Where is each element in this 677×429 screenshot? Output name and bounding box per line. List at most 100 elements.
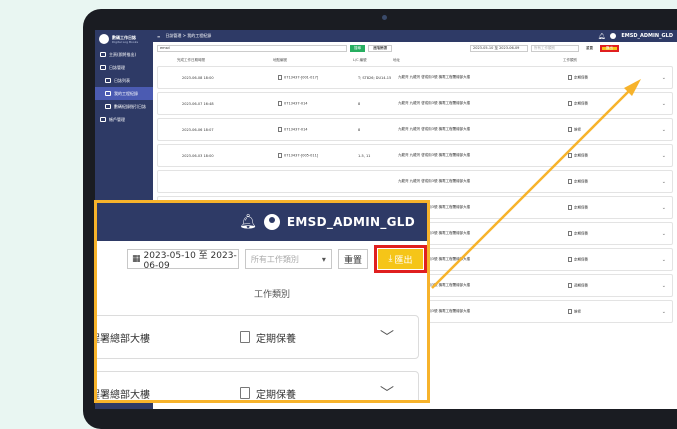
export-label: 匯出	[394, 255, 413, 266]
date-range-value: 2023-05-10 至 2023-06-09	[143, 250, 237, 271]
cell-datetime-text: 2023-06-08 18:00	[182, 75, 214, 80]
cell-lc: 8	[358, 102, 398, 106]
cell-datetime: 2023-06-06 18:07	[158, 128, 278, 132]
cell-address: 九龍灣 九龍灣 啓成街3號 機電工程署總部大樓	[398, 179, 558, 184]
username: EMSD_ADMIN_GLD	[286, 215, 415, 229]
cell-work-type-text: 定期保養	[574, 101, 588, 106]
export-highlight: ⤓ 匯出	[374, 245, 427, 273]
work-type-select[interactable]: 所有工作類別	[531, 44, 579, 52]
export-button[interactable]: 匯出	[600, 44, 619, 52]
cell-lc: T; ST826; DU14-15	[358, 76, 398, 80]
chevron-down-icon[interactable]: ⌄	[618, 205, 672, 211]
table-row[interactable]: 2023-06-06 18:07 0713437-014 8 九龍灣 九龍灣 啓成街3…	[157, 118, 673, 141]
cell-address: 九龍灣 九龍灣 啓成街3號 機電工程署總部大樓	[398, 153, 558, 158]
username: EMSD_ADMIN_GLD	[621, 33, 673, 39]
search-button[interactable]: 搜尋	[350, 44, 365, 52]
cell-lc-text: 8	[358, 127, 361, 132]
cell-ref: 0713437-[001-017]	[278, 75, 358, 80]
cell-work-type: 定期保養	[558, 178, 618, 185]
chevron-down-icon[interactable]: ⌄	[618, 231, 672, 237]
table-row[interactable]: 2023-06-08 18:00 0713437-[001-017] T; ST82…	[157, 66, 673, 89]
sidebar-item-label: 帳戶管理	[109, 116, 125, 122]
card-work-type: 定期保養	[256, 389, 296, 401]
cell-work-type-text: 定期保養	[574, 153, 588, 158]
cell-ref: 0713437-[005-011]	[278, 153, 358, 158]
clipboard-icon	[568, 230, 572, 236]
table-row[interactable]: 2023-06-03 18:00 0713437-[005-011] 1-5, 11…	[157, 144, 673, 167]
cell-work-type: 定期保養	[558, 152, 618, 159]
calendar-icon: ▦	[132, 254, 141, 264]
work-type-select[interactable]: 所有工作類別 ▾	[244, 249, 332, 269]
zoom-card[interactable]: 程署總部大樓 定期保養 ﹀	[97, 371, 419, 401]
chevron-down-icon[interactable]: ⌄	[618, 257, 672, 263]
cell-lc: 8	[358, 128, 398, 132]
clipboard-icon	[568, 282, 572, 288]
cell-ref: 0713437-014	[278, 127, 358, 132]
zoom-card[interactable]: 程署總部大樓 定期保養 ﹀	[97, 315, 419, 359]
advanced-filter-button[interactable]: 進階篩選	[368, 44, 392, 52]
chevron-down-icon[interactable]: ⌄	[618, 101, 672, 107]
column-header[interactable]: 完成工作日期時間	[153, 58, 273, 63]
home-icon	[100, 52, 106, 57]
sidebar-item-accounts[interactable]: 帳戶管理	[95, 113, 153, 126]
clipboard-icon	[240, 387, 250, 399]
cell-work-type: 維修	[558, 308, 618, 315]
avatar[interactable]	[610, 33, 617, 39]
reset-button[interactable]: 重置	[337, 249, 368, 269]
list-icon	[105, 78, 111, 83]
date-range-input[interactable]: ▦ 2023-05-10 至 2023-06-09	[127, 249, 239, 271]
search-input[interactable]: emsd	[157, 44, 347, 52]
zoom-filter-bar: ▦ 2023-05-10 至 2023-06-09 所有工作類別 ▾ 重置 ⤓ …	[97, 241, 427, 277]
cell-work-type: 定期保養	[558, 230, 618, 237]
cell-work-type-text: 定期保養	[574, 257, 588, 262]
chevron-down-icon[interactable]: ⌄	[618, 127, 672, 133]
table-header: 完成工作日期時間 地點編號 L/C 編號 地址 工作類別	[153, 54, 677, 66]
column-header: 地址	[393, 57, 400, 62]
sidebar-item-label: 數碼紀錄指引日誌	[114, 103, 146, 109]
cell-address-text: 九龍灣 九龍灣 啓成街3號 機電工程署總部大樓	[398, 101, 471, 105]
cell-work-type-text: 維修	[574, 127, 581, 132]
chevron-down-icon[interactable]: ⌄	[618, 283, 672, 289]
sidebar-item-label: 日誌管理	[109, 64, 125, 70]
cell-address-text: 九龍灣 九龍灣 啓成街3號 機電工程署總部大樓	[398, 153, 471, 157]
user-icon	[100, 117, 106, 122]
cell-ref-text: 0713437-014	[284, 127, 308, 132]
sidebar-item-log-list[interactable]: 日誌列表	[95, 74, 153, 87]
zoom-callout: 🔔︎ EMSD_ADMIN_GLD ▦ 2023-05-10 至 2023-06…	[94, 200, 430, 403]
table-row[interactable]: 2023-06-07 16:48 0713437-014 8 九龍灣 九龍灣 啓成街3…	[157, 92, 673, 115]
cell-datetime: 2023-06-03 18:00	[158, 154, 278, 158]
chevron-down-icon[interactable]: ⌄	[618, 309, 672, 315]
app-logo: 數碼工作日誌 Digital Log Books	[95, 30, 153, 48]
clipboard-icon	[568, 152, 572, 158]
sidebar-item-my-records[interactable]: 我的工程紀錄	[95, 87, 153, 100]
logo-icon	[99, 34, 109, 44]
reset-button[interactable]: 重置	[582, 45, 597, 52]
chevron-down-icon[interactable]: ⌄	[618, 179, 672, 185]
chevron-down-icon[interactable]: ﹀	[380, 327, 394, 347]
clipboard-icon	[568, 178, 572, 184]
menu-icon[interactable]: ≡	[157, 34, 160, 39]
chevron-down-icon[interactable]: ⌄	[618, 153, 672, 159]
cell-work-type: 定期保養	[558, 256, 618, 263]
chevron-down-icon[interactable]: ⌄	[618, 75, 672, 81]
table-row[interactable]: 九龍灣 九龍灣 啓成街3號 機電工程署總部大樓 定期保養 ⌄	[157, 170, 673, 193]
date-range-input[interactable]: 2023-05-10 至 2023-06-09	[470, 44, 528, 52]
cell-ref-text: 0713437-[001-017]	[284, 75, 319, 80]
phone-icon	[278, 153, 282, 158]
bell-icon[interactable]: 🔔︎	[239, 214, 257, 230]
app-subtitle: Digital Log Books	[112, 39, 139, 44]
export-button[interactable]: ⤓ 匯出	[378, 249, 423, 269]
bell-icon[interactable]: 🔔︎	[598, 33, 606, 40]
cell-work-type-text: 定期保養	[574, 231, 588, 236]
filter-bar: emsd 搜尋 進階篩選 2023-05-10 至 2023-06-09 所有工…	[153, 42, 677, 54]
sidebar-item-log-management[interactable]: 日誌管理	[95, 61, 153, 74]
cell-address-text: 九龍灣 九龍灣 啓成街3號 機電工程署總部大樓	[398, 127, 471, 131]
sidebar-item-digital-guide[interactable]: 數碼紀錄指引日誌	[95, 100, 153, 113]
sidebar-item-home[interactable]: 主頁(即將推出)	[95, 48, 153, 61]
caret-down-icon: ▾	[321, 254, 326, 264]
avatar[interactable]	[263, 214, 280, 230]
log-icon	[100, 65, 106, 70]
chevron-down-icon[interactable]: ﹀	[380, 383, 394, 400]
clipboard-icon	[568, 100, 572, 106]
cell-ref-text: 0713437-[005-011]	[284, 153, 319, 158]
